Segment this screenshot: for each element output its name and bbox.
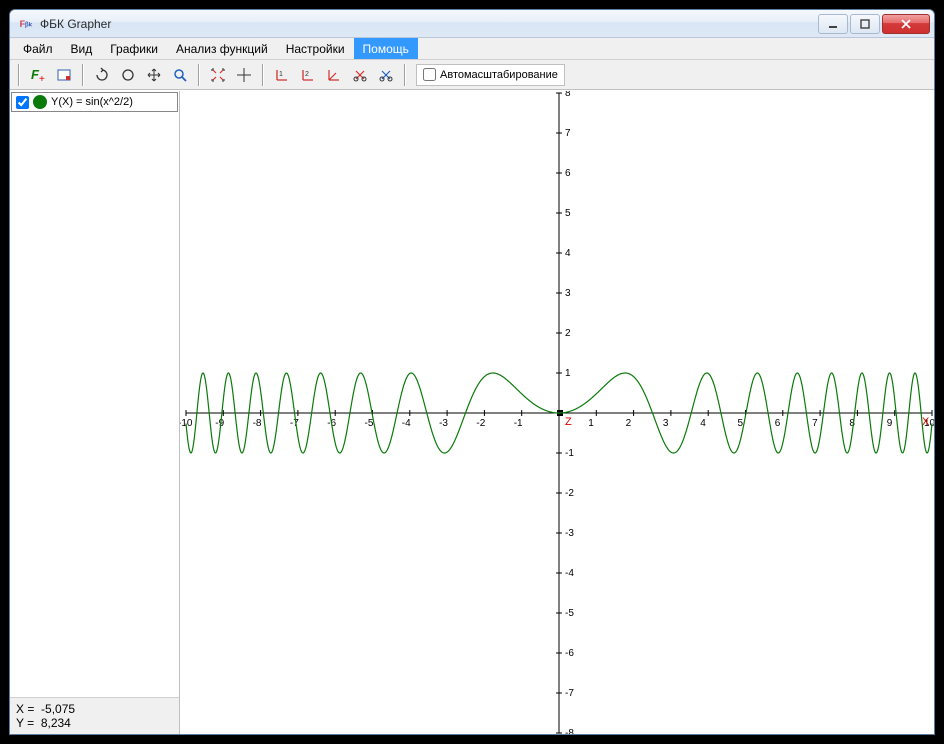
app-icon: Fᵦₖ [18,16,34,32]
svg-text:X: X [922,416,930,428]
svg-text:9: 9 [887,418,893,429]
pan-button[interactable] [142,63,166,87]
svg-text:1: 1 [279,71,283,78]
menu-view[interactable]: Вид [62,38,102,59]
function-label: Y(X) = sin(x^2/2) [51,96,133,108]
autoscale-label: Автомасштабирование [440,69,558,81]
app-window: Fᵦₖ ФБК Grapher Файл Вид Графики Анализ … [9,9,935,735]
svg-text:-5: -5 [565,608,574,619]
menu-graphs[interactable]: Графики [101,38,167,59]
plot-canvas[interactable]: -10-9-8-7-6-5-4-3-2-112345678910-8-7-6-5… [180,91,934,734]
svg-text:7: 7 [812,418,818,429]
svg-text:-2: -2 [565,488,574,499]
sidebar: Y(X) = sin(x^2/2) X = -5,075 Y = 8,234 [10,91,180,734]
refresh-button[interactable] [90,63,114,87]
palette-button[interactable] [52,63,76,87]
axis-2-button[interactable]: 2 [296,63,320,87]
svg-text:3: 3 [663,418,669,429]
title-bar[interactable]: Fᵦₖ ФБК Grapher [10,10,934,38]
coordinate-panel: X = -5,075 Y = 8,234 [10,697,179,734]
svg-text:5: 5 [738,418,744,429]
svg-text:-1: -1 [565,448,574,459]
svg-text:5: 5 [565,208,571,219]
svg-text:-4: -4 [565,568,574,579]
svg-text:-7: -7 [290,418,299,429]
zoom-button[interactable] [168,63,192,87]
svg-text:4: 4 [700,418,706,429]
svg-text:-6: -6 [565,648,574,659]
svg-text:3: 3 [565,288,571,299]
function-color-swatch[interactable] [33,95,47,109]
cursor-x-value: -5,075 [41,702,75,716]
svg-text:-3: -3 [565,528,574,539]
svg-text:-2: -2 [476,418,485,429]
svg-text:-1: -1 [514,418,523,429]
menu-analysis[interactable]: Анализ функций [167,38,277,59]
svg-text:8: 8 [565,91,571,99]
cursor-y-value: 8,234 [41,716,71,730]
function-visibility-checkbox[interactable] [16,96,29,109]
menu-help[interactable]: Помощь [354,38,418,59]
refresh-all-button[interactable] [116,63,140,87]
menu-settings[interactable]: Настройки [277,38,354,59]
minimize-button[interactable] [818,14,848,34]
svg-text:-7: -7 [565,688,574,699]
crosshair-button[interactable] [232,63,256,87]
svg-text:+: + [39,74,45,84]
function-item[interactable]: Y(X) = sin(x^2/2) [11,92,178,112]
toolbar: F+ [10,60,934,90]
function-list[interactable]: Y(X) = sin(x^2/2) [10,91,179,697]
svg-text:1: 1 [588,418,594,429]
menu-file[interactable]: Файл [14,38,62,59]
add-function-button[interactable]: F+ [26,63,50,87]
svg-text:2: 2 [305,71,309,78]
autoscale-checkbox[interactable] [423,68,436,81]
plot-area[interactable]: -10-9-8-7-6-5-4-3-2-112345678910-8-7-6-5… [180,91,934,734]
svg-text:-8: -8 [565,728,574,734]
snip-y-button[interactable] [374,63,398,87]
svg-text:2: 2 [565,328,571,339]
axis-1-button[interactable]: 1 [270,63,294,87]
svg-text:1: 1 [565,368,571,379]
svg-text:-8: -8 [253,418,262,429]
svg-text:7: 7 [565,128,571,139]
window-title: ФБК Grapher [40,17,816,31]
svg-text:-3: -3 [439,418,448,429]
svg-text:-4: -4 [402,418,411,429]
autoscale-checkbox-wrapper[interactable]: Автомасштабирование [416,64,565,86]
svg-text:Z: Z [565,416,572,428]
menu-bar: Файл Вид Графики Анализ функций Настройк… [10,38,934,60]
close-button[interactable] [882,14,930,34]
svg-text:6: 6 [565,168,571,179]
snip-x-button[interactable] [348,63,372,87]
svg-text:-5: -5 [365,418,374,429]
svg-text:6: 6 [775,418,781,429]
maximize-button[interactable] [850,14,880,34]
fit-button[interactable] [206,63,230,87]
axis-3-button[interactable] [322,63,346,87]
svg-text:4: 4 [565,248,571,259]
svg-text:2: 2 [626,418,632,429]
